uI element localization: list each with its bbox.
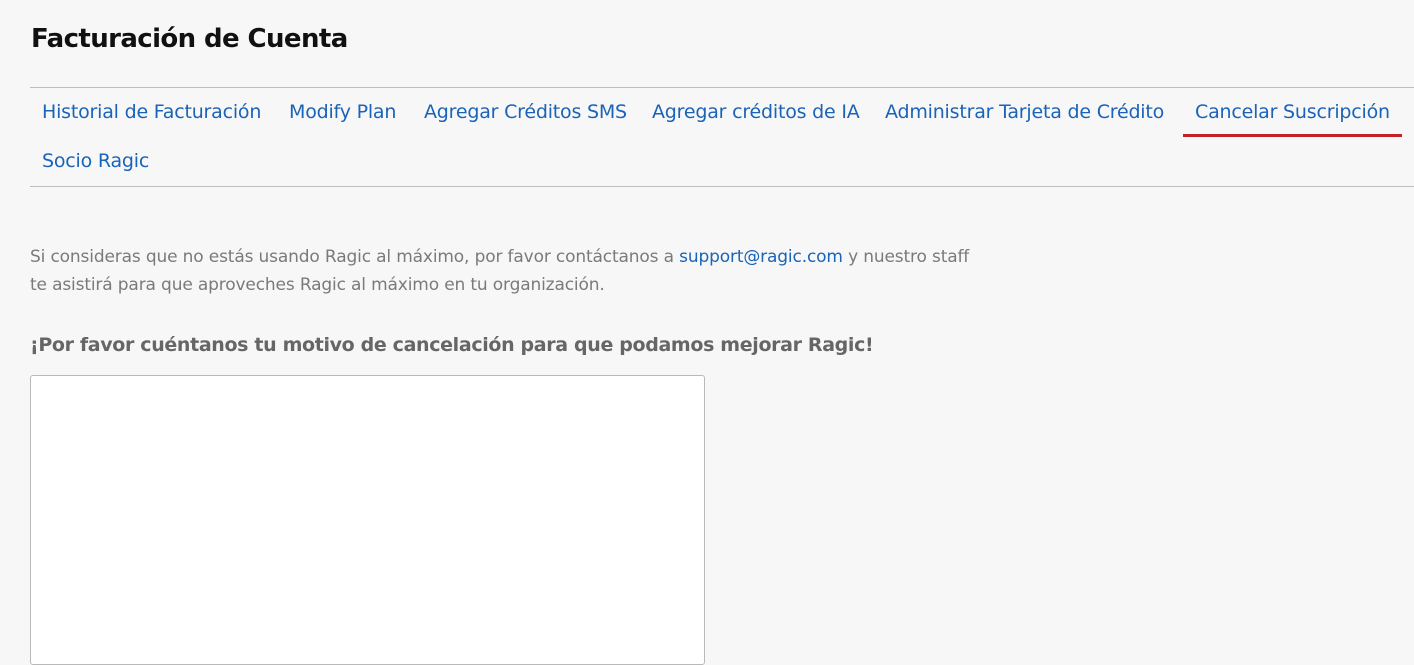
- cancel-reason-textarea[interactable]: [30, 375, 705, 665]
- billing-tab-bar: Historial de Facturación Modify Plan Agr…: [30, 87, 1414, 187]
- tab-add-sms-credits[interactable]: Agregar Créditos SMS: [412, 101, 639, 134]
- tab-ragic-partner[interactable]: Socio Ragic: [30, 150, 161, 183]
- tab-modify-plan[interactable]: Modify Plan: [277, 101, 408, 134]
- support-email-link[interactable]: support@ragic.com: [679, 247, 843, 267]
- tab-billing-history[interactable]: Historial de Facturación: [30, 101, 273, 134]
- info-text-before: Si consideras que no estás usando Ragic …: [30, 247, 680, 267]
- tab-manage-credit-card[interactable]: Administrar Tarjeta de Crédito: [873, 101, 1176, 134]
- tab-add-ai-credits[interactable]: Agregar créditos de IA: [640, 101, 872, 134]
- cancel-info-text: Si consideras que no estás usando Ragic …: [30, 243, 990, 299]
- page-title: Facturación de Cuenta: [31, 24, 348, 54]
- tab-cancel-subscription[interactable]: Cancelar Suscripción: [1183, 101, 1402, 137]
- cancel-reason-heading: ¡Por favor cuéntanos tu motivo de cancel…: [30, 334, 874, 356]
